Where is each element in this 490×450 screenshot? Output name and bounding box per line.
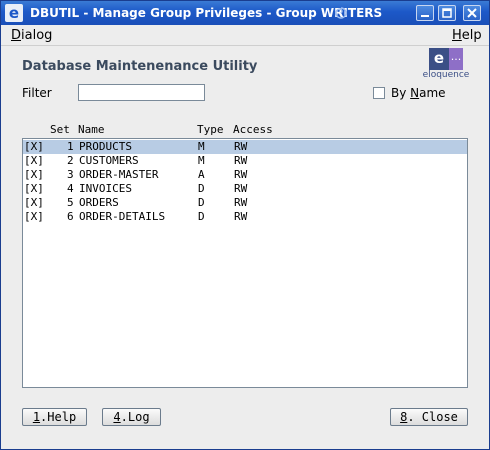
row-access: RW <box>234 140 248 153</box>
log-button-rest: .Log <box>120 410 150 424</box>
row-name: ORDER-MASTER <box>79 168 159 181</box>
row-name: CUSTOMERS <box>79 154 139 167</box>
help-button-rest: .Help <box>40 410 77 424</box>
table-row[interactable]: [X] 4 INVOICES D RW <box>23 182 467 196</box>
row-set: 1 <box>67 140 74 153</box>
table-row[interactable]: [X] 2 CUSTOMERS M RW <box>23 154 467 168</box>
row-set: 4 <box>67 182 74 195</box>
log-button[interactable]: 4.Log <box>102 408 161 426</box>
maximize-icon <box>442 8 452 18</box>
row-name: ORDER-DETAILS <box>79 210 166 223</box>
table-row[interactable]: [X] 5 ORDERS D RW <box>23 196 467 210</box>
eloquence-logo: e ... eloquence <box>418 48 474 82</box>
row-name: PRODUCTS <box>79 140 132 153</box>
by-name-text: By <box>391 86 411 100</box>
by-name-label: By Name <box>391 86 446 100</box>
title-bar[interactable]: e DBUTIL - Manage Group Privileges - Gro… <box>1 1 489 25</box>
row-type: D <box>198 210 205 223</box>
table-row[interactable]: [X] 6 ORDER-DETAILS D RW <box>23 210 467 224</box>
menu-dialog-rest: ialog <box>21 28 53 43</box>
row-access: RW <box>234 154 248 167</box>
row-type: D <box>198 182 205 195</box>
row-checkmark: [X] <box>24 182 44 195</box>
row-set: 6 <box>67 210 74 223</box>
row-name: ORDERS <box>79 196 119 209</box>
row-checkmark: [X] <box>24 196 44 209</box>
help-mnemonic: 1 <box>32 410 41 424</box>
row-access: RW <box>234 182 248 195</box>
row-access: RW <box>234 210 248 223</box>
table-row[interactable]: [X] 1 PRODUCTS M RW <box>23 140 467 154</box>
row-type: D <box>198 196 205 209</box>
filter-label: Filter <box>22 86 52 100</box>
page-title: Database Maintenenance Utility <box>22 59 258 74</box>
row-type: M <box>198 140 205 153</box>
column-header-set: Set <box>50 123 70 136</box>
menu-dialog-mnemonic: D <box>11 28 22 43</box>
column-header-type: Type <box>197 123 224 136</box>
log-mnemonic: 4 <box>113 410 121 424</box>
privileges-list[interactable]: [X] 1 PRODUCTS M RW [X] 2 CUSTOMERS M RW [X] 3 ORDER… <box>22 138 468 388</box>
menu-help-mnemonic: H <box>452 28 462 43</box>
filter-input[interactable] <box>78 84 205 101</box>
swirl-icon <box>335 7 347 19</box>
logo-mark: e ... <box>429 48 463 70</box>
maximize-button[interactable] <box>438 5 456 21</box>
close-button-rest: . Close <box>407 410 458 424</box>
logo-e: e <box>429 48 449 70</box>
menu-dialog[interactable]: Dialog <box>11 28 52 43</box>
by-name-rest: ame <box>419 86 446 100</box>
by-name-checkbox[interactable] <box>373 87 385 99</box>
row-set: 5 <box>67 196 74 209</box>
minimize-button[interactable] <box>416 5 434 21</box>
logo-dots: ... <box>449 48 463 70</box>
table-row[interactable]: [X] 3 ORDER-MASTER A RW <box>23 168 467 182</box>
row-access: RW <box>234 196 248 209</box>
app-icon[interactable]: e <box>5 4 23 22</box>
help-button[interactable]: 1.Help <box>22 408 87 426</box>
close-button[interactable]: 8. Close <box>390 408 468 426</box>
menu-help-rest: elp <box>461 28 482 43</box>
row-set: 2 <box>67 154 74 167</box>
row-checkmark: [X] <box>24 154 44 167</box>
column-header-access: Access <box>233 123 273 136</box>
row-checkmark: [X] <box>24 168 44 181</box>
dialog-window: e DBUTIL - Manage Group Privileges - Gro… <box>0 0 490 450</box>
row-name: INVOICES <box>79 182 132 195</box>
row-checkmark: [X] <box>24 140 44 153</box>
logo-text: eloquence <box>422 70 470 80</box>
row-access: RW <box>234 168 248 181</box>
minimize-icon <box>421 15 429 17</box>
menu-help[interactable]: Help <box>452 28 482 43</box>
close-window-button[interactable] <box>463 5 481 21</box>
window-title: DBUTIL - Manage Group Privileges - Group… <box>30 6 383 20</box>
by-name-mnemonic: N <box>410 86 420 100</box>
column-header-name: Name <box>78 123 105 136</box>
row-checkmark: [X] <box>24 210 44 223</box>
row-set: 3 <box>67 168 74 181</box>
row-type: M <box>198 154 205 167</box>
menu-bar: Dialog Help <box>1 25 489 46</box>
row-type: A <box>198 168 205 181</box>
close-icon <box>467 8 477 18</box>
